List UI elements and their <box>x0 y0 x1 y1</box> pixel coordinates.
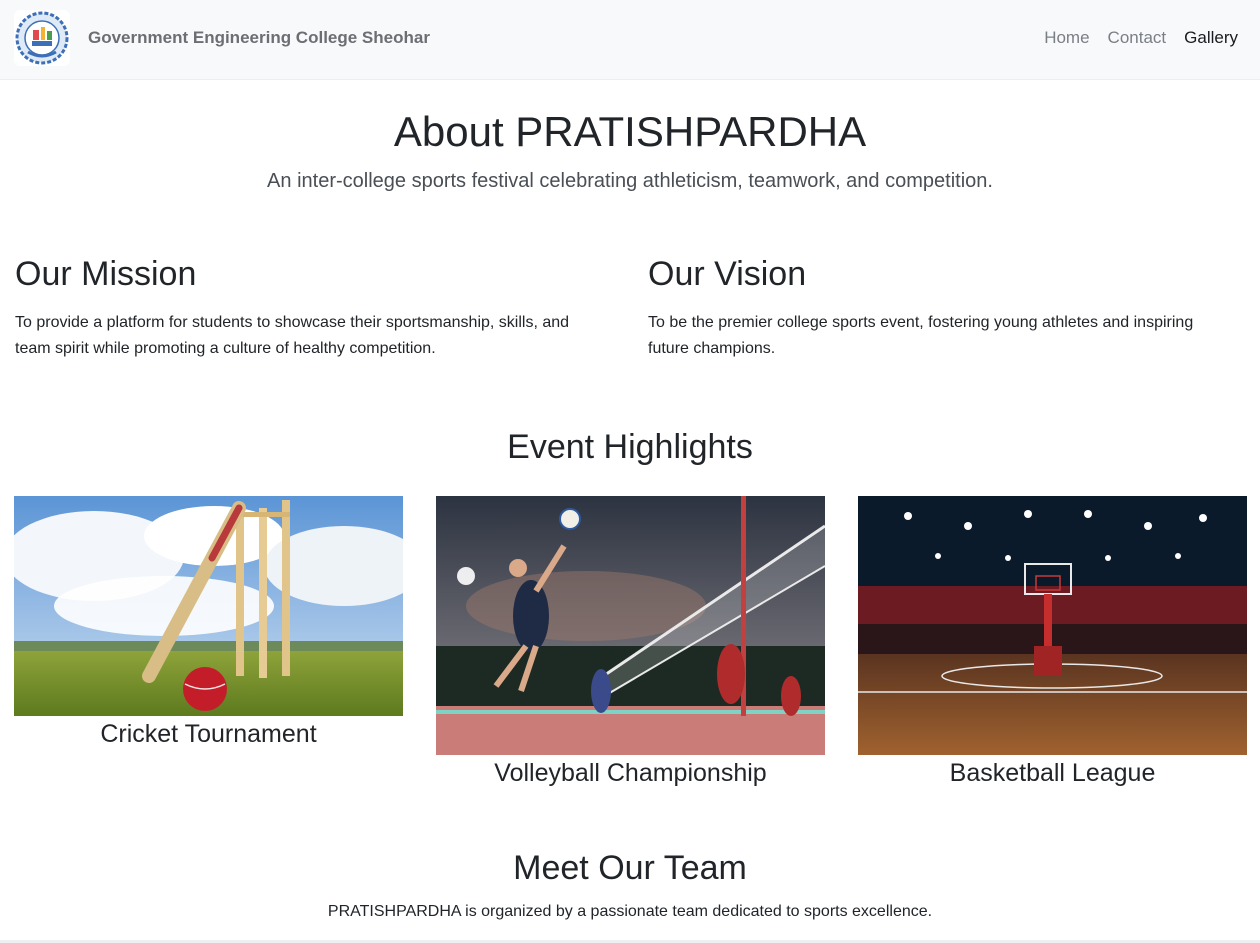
nav-link-home[interactable]: Home <box>1044 28 1089 48</box>
team-text: PRATISHPARDHA is organized by a passiona… <box>327 903 933 920</box>
vision-section: Our Vision To be the premier college spo… <box>648 252 1248 362</box>
event-card-basketball[interactable]: Basketball League <box>858 496 1247 790</box>
nav-links: Home Contact Gallery <box>1026 28 1238 48</box>
mission-heading: Our Mission <box>15 255 197 293</box>
mission-text: To provide a platform for students to sh… <box>15 314 570 357</box>
event-title-basketball: Basketball League <box>949 759 1156 787</box>
vision-text: To be the premier college sports event, … <box>648 314 1194 357</box>
vision-heading: Our Vision <box>648 255 807 293</box>
volleyball-players-image <box>436 496 825 755</box>
event-title-cricket: Cricket Tournament <box>100 720 317 748</box>
highlights-heading: Event Highlights <box>507 428 753 466</box>
navbar: Government Engineering College Sheohar H… <box>0 0 1260 80</box>
brand-name[interactable]: Government Engineering College Sheohar <box>88 28 430 48</box>
basketball-arena-image <box>858 496 1247 755</box>
nav-link-gallery[interactable]: Gallery <box>1184 28 1238 48</box>
event-title-volleyball: Volleyball Championship <box>494 759 767 787</box>
nav-link-contact[interactable]: Contact <box>1108 28 1167 48</box>
event-card-volleyball[interactable]: Volleyball Championship <box>436 496 825 790</box>
page-title: About PRATISHPARDHA <box>393 108 867 155</box>
college-emblem-icon[interactable] <box>14 10 70 66</box>
team-heading: Meet Our Team <box>513 849 747 887</box>
event-card-cricket[interactable]: Cricket Tournament <box>14 496 403 751</box>
mission-section: Our Mission To provide a platform for st… <box>15 252 615 362</box>
page-subtitle: An inter-college sports festival celebra… <box>267 170 993 192</box>
cricket-bat-stumps-image <box>14 496 403 716</box>
